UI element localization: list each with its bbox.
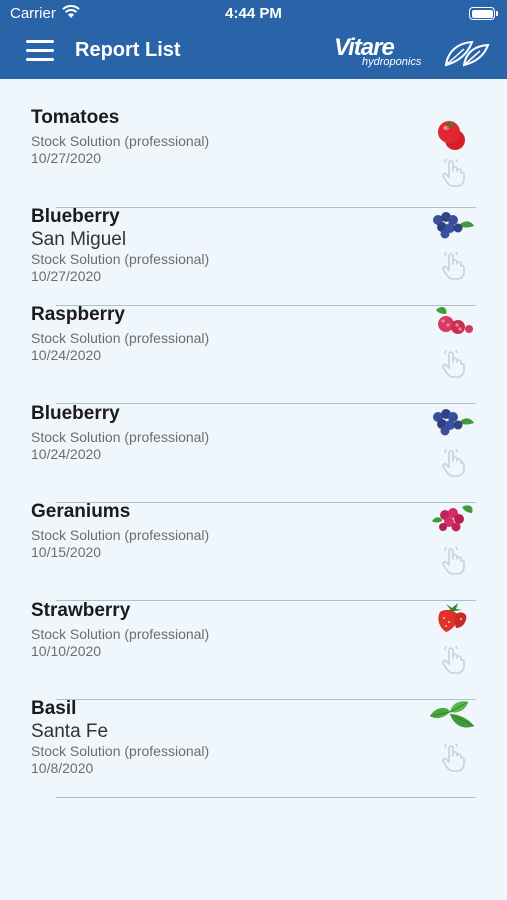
report-location: San Miguel [31,229,127,250]
report-crop-name: Geraniums [31,501,131,522]
report-date: 10/24/2020 [31,446,102,462]
report-crop-name: Tomatoes [31,107,120,128]
tap-hand-icon[interactable] [440,445,466,477]
report-crop-name: Strawberry [31,600,131,621]
report-crop-name: Raspberry [31,304,125,325]
blueberry-icon [428,204,476,244]
report-date: 10/24/2020 [31,347,102,363]
logo-sub-text: hydroponics [362,56,422,68]
report-crop-name: Blueberry [31,403,120,424]
report-date: 10/27/2020 [31,268,102,284]
vitare-logo: Vitare hydroponics [334,34,492,70]
list-item[interactable]: Tomatoes Stock Solution (professional) 10/… [0,103,507,208]
tomato-icon [428,115,476,155]
report-date: 10/10/2020 [31,643,102,659]
blueberry-icon [428,401,476,441]
report-solution: Stock Solution (professional) [31,527,210,543]
tap-hand-icon[interactable] [440,642,466,674]
report-solution: Stock Solution (professional) [31,330,210,346]
status-bar: Carrier 4:44 PM [0,0,507,28]
list-item[interactable]: Blueberry Stock Solution (professional) 10… [0,399,507,503]
list-item[interactable]: Basil Santa Fe Stock Solution (professiona… [0,694,507,798]
report-solution: Stock Solution (professional) [31,626,210,642]
clock: 4:44 PM [225,5,282,22]
report-crop-name: Basil [31,698,77,719]
tap-hand-icon[interactable] [440,248,466,280]
tap-hand-icon[interactable] [440,346,466,378]
page-title: Report List [75,39,181,61]
raspberry-icon [428,302,476,342]
tap-hand-icon[interactable] [440,740,466,772]
strawberry-icon [428,598,476,638]
report-location: Santa Fe [31,721,109,742]
list-item[interactable]: Raspberry Stock Solution (professional) 10… [0,300,507,404]
list-item[interactable]: Geraniums Stock Solution (professional) 10… [0,497,507,601]
list-item[interactable]: Strawberry Stock Solution (professional) 1… [0,596,507,700]
hamburger-menu-icon[interactable] [26,40,54,62]
tap-hand-icon[interactable] [440,543,466,575]
report-solution: Stock Solution (professional) [31,133,210,149]
row-divider [56,797,476,798]
report-solution: Stock Solution (professional) [31,429,210,445]
report-date: 10/15/2020 [31,544,102,560]
report-solution: Stock Solution (professional) [31,743,210,759]
report-date: 10/27/2020 [31,150,102,166]
navigation-header: Carrier 4:44 PM Report List Vitare hydro… [0,0,507,79]
tap-hand-icon[interactable] [440,155,466,187]
report-crop-name: Blueberry [31,206,120,227]
leaf-icon [444,40,490,67]
battery-icon [469,7,498,20]
geranium-icon [428,499,476,539]
list-item[interactable]: Blueberry San Miguel Stock Solution (profe… [0,202,507,306]
report-solution: Stock Solution (professional) [31,251,210,267]
basil-icon [428,696,476,736]
report-date: 10/8/2020 [31,760,94,776]
